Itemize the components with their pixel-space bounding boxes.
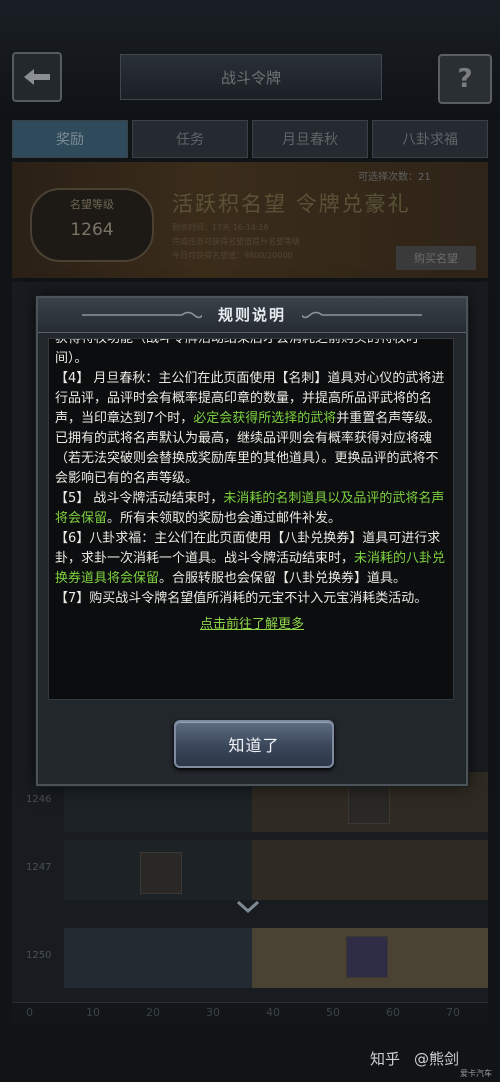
reward-item-icon[interactable] xyxy=(140,852,182,894)
rules-text-panel[interactable]: 获得特权功能（战斗令牌活动结束后才会消耗之前购买的特权时间）。【4】 月旦春秋：… xyxy=(48,338,454,700)
banner-timer: 剩余时间：17天 16:14:16 xyxy=(172,223,269,232)
tab-bagua[interactable]: 八卦求福 xyxy=(372,120,488,158)
tab-rewards[interactable]: 奖励 xyxy=(12,120,128,158)
fame-value: 1264 xyxy=(70,220,114,240)
progress-tick: 10 xyxy=(86,1006,100,1019)
tab-yuedan[interactable]: 月旦春秋 xyxy=(252,120,368,158)
rules-paragraph: 【5】 战斗令牌活动结束时，未消耗的名刺道具以及品评的武将名声将会保留。所有未领… xyxy=(55,489,449,529)
learn-more-link[interactable]: 点击前往了解更多 xyxy=(55,615,449,635)
progress-tick: 20 xyxy=(146,1006,160,1019)
rules-paragraph: 【6】八卦求福：主公们在此页面使用【八卦兑换券】道具可进行求卦，求卦一次消耗一个… xyxy=(55,529,449,589)
rules-text-run: 【5】 战斗令牌活动结束时， xyxy=(55,491,224,506)
help-button[interactable]: ? xyxy=(438,54,492,104)
back-button[interactable] xyxy=(12,52,62,102)
buy-fame-button[interactable]: 购买名望 xyxy=(396,246,476,270)
row-level: 1247 xyxy=(26,862,52,873)
banner-daily: 今日可获得名望值：9800/20000 xyxy=(172,251,293,260)
progress-tick: 50 xyxy=(326,1006,340,1019)
dialog-header: 规则说明 xyxy=(38,298,466,333)
row-level: 1250 xyxy=(26,950,52,961)
highlighted-text: 必定会获得所选择的武将 xyxy=(193,411,337,426)
watermark-site: 知乎 xyxy=(370,1050,401,1068)
rules-paragraph: 【7】购买战斗令牌名望值所消耗的元宝不计入元宝消耗类活动。 xyxy=(55,589,449,609)
level-progress-track[interactable]: 0 10 20 30 40 50 60 70 xyxy=(12,1002,488,1025)
page-title: 战斗令牌 xyxy=(120,54,382,100)
reward-row: 1250 xyxy=(12,928,488,988)
rules-paragraph: 获得特权功能（战斗令牌活动结束后才会消耗之前购买的特权时间）。 xyxy=(55,338,449,369)
progress-tick: 60 xyxy=(386,1006,400,1019)
fame-label: 名望等级 xyxy=(70,198,114,211)
rules-paragraph: 【4】 月旦春秋：主公们在此页面使用【名刺】道具对心仪的武将进行品评，品评时会有… xyxy=(55,369,449,489)
progress-tick: 0 xyxy=(26,1006,33,1019)
rules-text-run: 。合服转服也会保留【八卦兑换券】道具。 xyxy=(159,571,407,586)
rules-text: 获得特权功能（战斗令牌活动结束后才会消耗之前购买的特权时间）。【4】 月旦春秋：… xyxy=(49,338,453,635)
banner-desc: 完成任务可获得名望值提升名望等级 xyxy=(172,237,300,246)
choice-count: 可选择次数：21 xyxy=(358,172,431,183)
progress-tick: 70 xyxy=(446,1006,460,1019)
fame-badge: 名望等级 1264 xyxy=(30,188,154,262)
row-level: 1246 xyxy=(26,794,52,805)
banner-slogan: 活跃积名望 令牌兑豪礼 xyxy=(172,192,411,216)
ornament-icon xyxy=(302,311,422,319)
rules-text-run: 。所有未领取的奖励也会通过邮件补发。 xyxy=(107,511,342,526)
reward-item-icon[interactable] xyxy=(346,936,388,978)
rules-text-run: 获得特权功能（战斗令牌活动结束后才会消耗之前购买的特权时间）。 xyxy=(55,338,420,366)
reward-row: 1247 xyxy=(12,840,488,900)
got-it-button[interactable]: 知道了 xyxy=(174,720,334,768)
scroll-down-icon[interactable] xyxy=(236,900,260,914)
progress-tick: 30 xyxy=(206,1006,220,1019)
back-arrow-icon xyxy=(24,69,50,85)
tab-bar: 奖励 任务 月旦春秋 八卦求福 xyxy=(12,120,488,158)
watermark-author: @熊剑 xyxy=(414,1050,460,1068)
tab-tasks[interactable]: 任务 xyxy=(132,120,248,158)
event-banner: 可选择次数：21 名望等级 1264 活跃积名望 令牌兑豪礼 剩余时间：17天 … xyxy=(12,162,488,278)
watermark-sub: 爱卡汽车 xyxy=(460,1069,492,1078)
reward-item-icon[interactable] xyxy=(348,782,390,824)
rules-text-run: 【7】购买战斗令牌名望值所消耗的元宝不计入元宝消耗类活动。 xyxy=(55,591,428,606)
progress-tick: 40 xyxy=(266,1006,280,1019)
top-bar: 战斗令牌 ? xyxy=(0,0,500,118)
rules-dialog: 规则说明 获得特权功能（战斗令牌活动结束后才会消耗之前购买的特权时间）。【4】 … xyxy=(36,296,468,786)
